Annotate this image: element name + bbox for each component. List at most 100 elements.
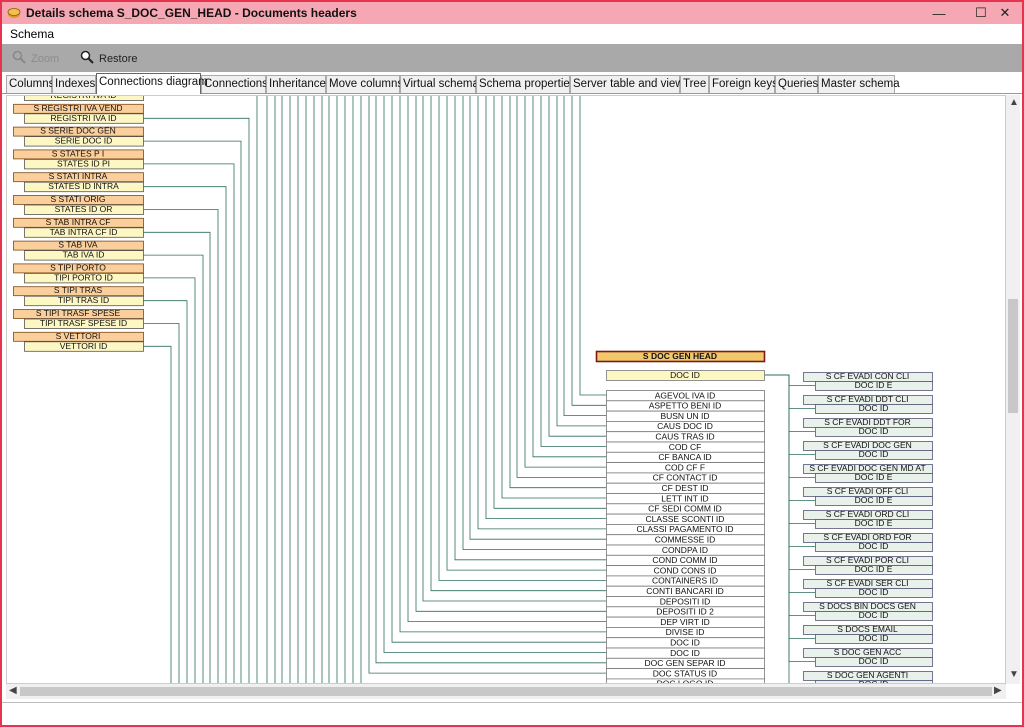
main-column-25[interactable]: DOC ID [606,647,765,659]
right-column-8[interactable]: DOC ID E [815,564,933,575]
tab-columns[interactable]: Columns [6,75,54,93]
main-column-20[interactable]: DEPOSITI ID [606,596,765,608]
menu-schema[interactable]: Schema [10,27,54,41]
vertical-scrollbar[interactable]: ▲ ▼ [1006,95,1020,684]
main-column-11[interactable]: CF SEDI COMM ID [606,503,765,515]
left-column-0[interactable]: REGISTRI IVA ID [24,96,144,101]
left-column-3[interactable]: STATES ID PI [24,158,144,170]
right-column-10[interactable]: DOC ID [815,610,933,621]
tab-foreign-keys[interactable]: Foreign keys [709,75,778,93]
tab-indexes[interactable]: Indexes [52,75,96,93]
horizontal-scrollbar[interactable]: ◀ ▶ [6,684,1006,699]
main-column-14[interactable]: COMMESSE ID [606,534,765,546]
main-column-17[interactable]: COND CONS ID [606,565,765,577]
tab-queries[interactable]: Queries [775,75,818,93]
left-table-7[interactable]: S TAB IVA [13,240,144,251]
left-table-11[interactable]: S VETTORI [13,331,144,342]
title-bar[interactable]: Details schema S_DOC_GEN_HEAD - Document… [2,2,1022,24]
right-column-9[interactable]: DOC ID [815,587,933,598]
left-column-7[interactable]: TAB IVA ID [24,250,144,261]
main-column-1[interactable]: ASPETTO BENI ID [606,400,765,412]
right-column-7[interactable]: DOC ID [815,541,933,552]
link-right-11 [764,374,815,639]
left-table-10[interactable]: S TIPI TRASF SPESE [13,308,144,319]
left-column-4[interactable]: STATES ID INTRA [24,181,144,193]
main-column-24[interactable]: DOC ID [606,637,765,649]
main-column-23[interactable]: DIVISE ID [606,627,765,639]
horizontal-scroll-thumb[interactable] [20,687,992,696]
link-main-10 [501,96,606,499]
left-column-2[interactable]: SERIE DOC ID [24,136,144,147]
main-column-22[interactable]: DEP VIRT ID [606,616,765,628]
left-column-8[interactable]: TIPI PORTO ID [24,272,144,284]
main-column-13[interactable]: CLASSI PAGAMENTO ID [606,523,765,536]
link-main-24 [391,96,606,643]
main-column-9[interactable]: CF DEST ID [606,482,765,494]
main-column-27[interactable]: DOC STATUS ID [606,668,765,680]
main-table-key[interactable]: DOC ID [606,370,765,381]
tab-virtual-schema[interactable]: Virtual schema [400,75,479,93]
left-column-6[interactable]: TAB INTRA CF ID [24,227,144,238]
left-table-6[interactable]: S TAB INTRA CF [13,217,144,228]
left-table-1[interactable]: S REGISTRI IVA VEND [13,103,144,114]
main-column-2[interactable]: BUSN UN ID [606,410,765,422]
main-column-5[interactable]: COD CF [606,441,765,453]
right-column-2[interactable]: DOC ID [815,426,933,437]
main-column-6[interactable]: CF BANCA ID [606,451,765,463]
left-table-9[interactable]: S TIPI TRAS [13,285,144,297]
right-column-3[interactable]: DOC ID [815,449,933,460]
zoom-button[interactable]: Zoom [12,50,59,67]
tab-move-columns[interactable]: Move columns [326,75,403,93]
left-column-1[interactable]: REGISTRI IVA ID [24,113,144,124]
right-column-1-label: DOC ID [859,403,889,413]
left-column-9[interactable]: TIPI TRAS ID [24,295,144,307]
main-column-12-label: CLASSE SCONTI ID [646,514,725,524]
vertical-scroll-thumb[interactable] [1008,299,1018,413]
right-column-6[interactable]: DOC ID E [815,518,933,529]
main-table-header[interactable]: S DOC GEN HEAD [595,350,766,363]
main-column-21[interactable]: DEPOSITI ID 2 [606,606,765,618]
tab-inheritance[interactable]: Inheritance [266,75,326,93]
main-column-19[interactable]: CONTI BANCARI ID [606,585,765,597]
right-column-5[interactable]: DOC ID E [815,495,933,506]
left-column-5[interactable]: STATES ID OR [24,204,144,215]
left-table-3[interactable]: S STATES P I [13,148,144,160]
tab-schema-properties[interactable]: Schema properties [476,75,576,93]
main-column-7[interactable]: COD CF F [606,462,765,474]
left-table-5[interactable]: S STATI ORIG [13,194,144,205]
main-column-26[interactable]: DOC GEN SEPAR ID [606,657,765,669]
right-column-12[interactable]: DOC ID [815,656,933,667]
tab-connections[interactable]: Connections [201,75,268,93]
left-column-10[interactable]: TIPI TRASF SPESE ID [24,318,144,329]
right-column-4[interactable]: DOC ID E [815,472,933,483]
restore-button[interactable]: Restore [80,50,138,67]
tab-server-table-and-view[interactable]: Server table and view [570,75,684,93]
scroll-up-icon[interactable]: ▲ [1009,97,1019,108]
left-table-8[interactable]: S TIPI PORTO [13,262,144,274]
minimize-button[interactable]: — [922,2,956,24]
tab-master-schema[interactable]: Master schema [818,75,900,93]
close-button[interactable]: ✕ [988,2,1022,24]
connections-diagram-canvas[interactable]: S REGISTRI IVA ACQREGISTRI IVA IDS REGIS… [6,95,1006,684]
right-column-11[interactable]: DOC ID [815,633,933,644]
main-column-10[interactable]: LETT INT ID [606,493,765,505]
left-table-2[interactable]: S SERIE DOC GEN [13,126,144,137]
main-column-18[interactable]: CONTAINERS ID [606,575,765,587]
right-column-9-label: DOC ID [859,587,889,597]
main-column-16[interactable]: COND COMM ID [606,554,765,566]
main-column-0[interactable]: AGEVOL IVA ID [606,390,765,402]
left-column-11[interactable]: VETTORI ID [24,341,144,352]
main-column-12[interactable]: CLASSE SCONTI ID [606,513,765,525]
main-column-8[interactable]: CF CONTACT ID [606,472,765,484]
right-column-1[interactable]: DOC ID [815,403,933,414]
tab-tree[interactable]: Tree [680,75,709,93]
scroll-right-icon[interactable]: ▶ [994,685,1002,696]
scroll-left-icon[interactable]: ◀ [9,685,17,696]
main-column-15[interactable]: CONDPA ID [606,544,765,556]
tab-connections-diagram[interactable]: Connections diagram [96,73,208,94]
left-table-4[interactable]: S STATI INTRA [13,171,144,183]
main-column-4[interactable]: CAUS TRAS ID [606,431,765,443]
main-column-3[interactable]: CAUS DOC ID [606,420,765,433]
scroll-down-icon[interactable]: ▼ [1009,669,1019,680]
right-column-0[interactable]: DOC ID E [815,380,933,391]
